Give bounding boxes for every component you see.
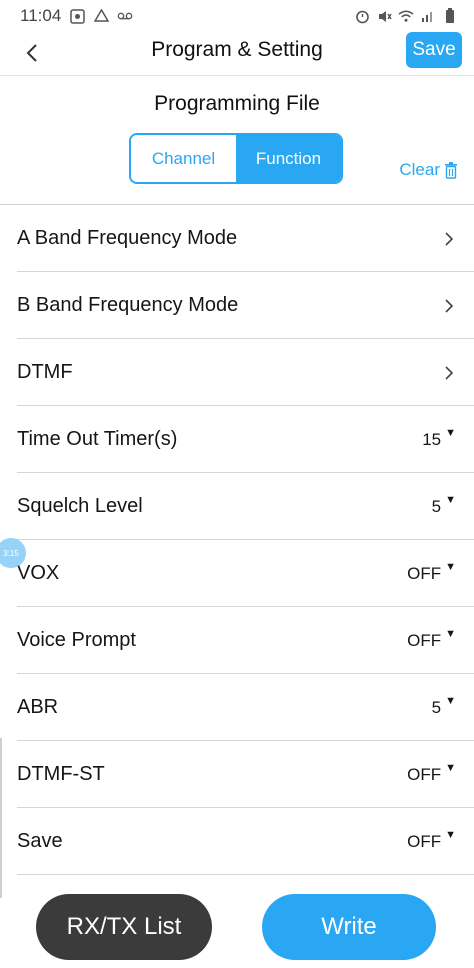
setting-value: OFF (407, 630, 442, 650)
chevron-right-icon (445, 298, 454, 313)
setting-dropdown[interactable]: OFF ▼ (407, 828, 456, 852)
setting-label: B Band Frequency Mode (17, 294, 239, 316)
setting-label: Voice Prompt (17, 629, 136, 651)
setting-squelch-level[interactable]: Squelch Level 5 ▼ (0, 473, 474, 540)
setting-control (442, 231, 456, 246)
battery-icon (442, 8, 458, 24)
dropdown-caret-icon: ▼ (445, 627, 456, 640)
setting-a-band-frequency-mode[interactable]: A Band Frequency Mode (0, 205, 474, 272)
mute-icon (376, 8, 392, 24)
setting-label: Save (17, 830, 63, 852)
save-button[interactable]: Save (406, 32, 462, 68)
chevron-right-icon (445, 365, 454, 380)
setting-dtmf[interactable]: DTMF (0, 339, 474, 406)
status-right (354, 8, 458, 24)
dropdown-caret-icon: ▼ (445, 493, 456, 506)
setting-value: OFF (407, 563, 442, 583)
setting-dropdown[interactable]: 15 ▼ (422, 426, 456, 450)
page-title: Program & Setting (151, 38, 323, 61)
setting-value: 5 (431, 697, 442, 717)
setting-label: DTMF (17, 361, 73, 383)
setting-time-out-timer[interactable]: Time Out Timer(s) 15 ▼ (0, 406, 474, 473)
setting-label: ABR (17, 696, 59, 718)
setting-abr[interactable]: ABR 5 ▼ (0, 674, 474, 741)
setting-dropdown[interactable]: 5 ▼ (431, 493, 456, 517)
app-header: Program & Setting Save (0, 32, 474, 76)
programming-file-tabs: Channel Function (129, 133, 343, 184)
setting-label: DTMF-ST (17, 763, 105, 785)
wifi-icon (398, 8, 414, 24)
setting-dropdown[interactable]: OFF ▼ (407, 560, 456, 584)
dropdown-caret-icon: ▼ (445, 694, 456, 707)
setting-value: 5 (431, 496, 442, 516)
section-title: Programming File (154, 92, 320, 115)
setting-dropdown[interactable]: OFF ▼ (407, 627, 456, 651)
write-button[interactable]: Write (262, 894, 436, 960)
setting-voice-prompt[interactable]: Voice Prompt OFF ▼ (0, 607, 474, 674)
setting-label: A Band Frequency Mode (17, 227, 238, 249)
setting-dtmf-st[interactable]: DTMF-ST OFF ▼ (0, 741, 474, 808)
setting-b-band-frequency-mode[interactable]: B Band Frequency Mode (0, 272, 474, 339)
signal-icon (420, 8, 436, 24)
edge-handle[interactable] (0, 738, 2, 898)
setting-value: OFF (407, 831, 442, 851)
trash-icon (445, 161, 457, 179)
screenshot-icon (69, 8, 85, 24)
setting-value: OFF (407, 764, 442, 784)
status-time: 11:04 (20, 6, 62, 25)
setting-label: Squelch Level (17, 495, 143, 517)
settings-list: A Band Frequency Mode B Band Frequency M… (0, 205, 474, 875)
dropdown-caret-icon: ▼ (445, 828, 456, 841)
clear-label: Clear (399, 160, 440, 179)
dropdown-caret-icon: ▼ (445, 560, 456, 573)
setting-label: VOX (17, 562, 60, 584)
alarm-icon (354, 8, 370, 24)
status-left: 11:04 (20, 6, 133, 26)
dropdown-caret-icon: ▼ (445, 761, 456, 774)
bottom-action-bar: RX/TX List Write (0, 890, 474, 968)
setting-dropdown[interactable]: OFF ▼ (407, 761, 456, 785)
drive-icon (93, 8, 109, 24)
setting-vox[interactable]: VOX OFF ▼ (0, 540, 474, 607)
rx-tx-list-button[interactable]: RX/TX List (36, 894, 212, 960)
setting-dropdown[interactable]: 5 ▼ (431, 694, 456, 718)
setting-control (442, 365, 456, 380)
clear-button[interactable]: Clear (399, 160, 458, 180)
setting-control (442, 298, 456, 313)
setting-value: 15 (422, 429, 442, 449)
chevron-right-icon (445, 231, 454, 246)
voicemail-icon (117, 8, 133, 24)
dropdown-caret-icon: ▼ (445, 426, 456, 439)
status-bar: 11:04 (0, 0, 474, 32)
setting-label: Time Out Timer(s) (17, 428, 178, 450)
setting-save[interactable]: Save OFF ▼ (0, 808, 474, 875)
tab-function[interactable]: Function (236, 135, 341, 182)
tab-channel[interactable]: Channel (131, 135, 236, 182)
